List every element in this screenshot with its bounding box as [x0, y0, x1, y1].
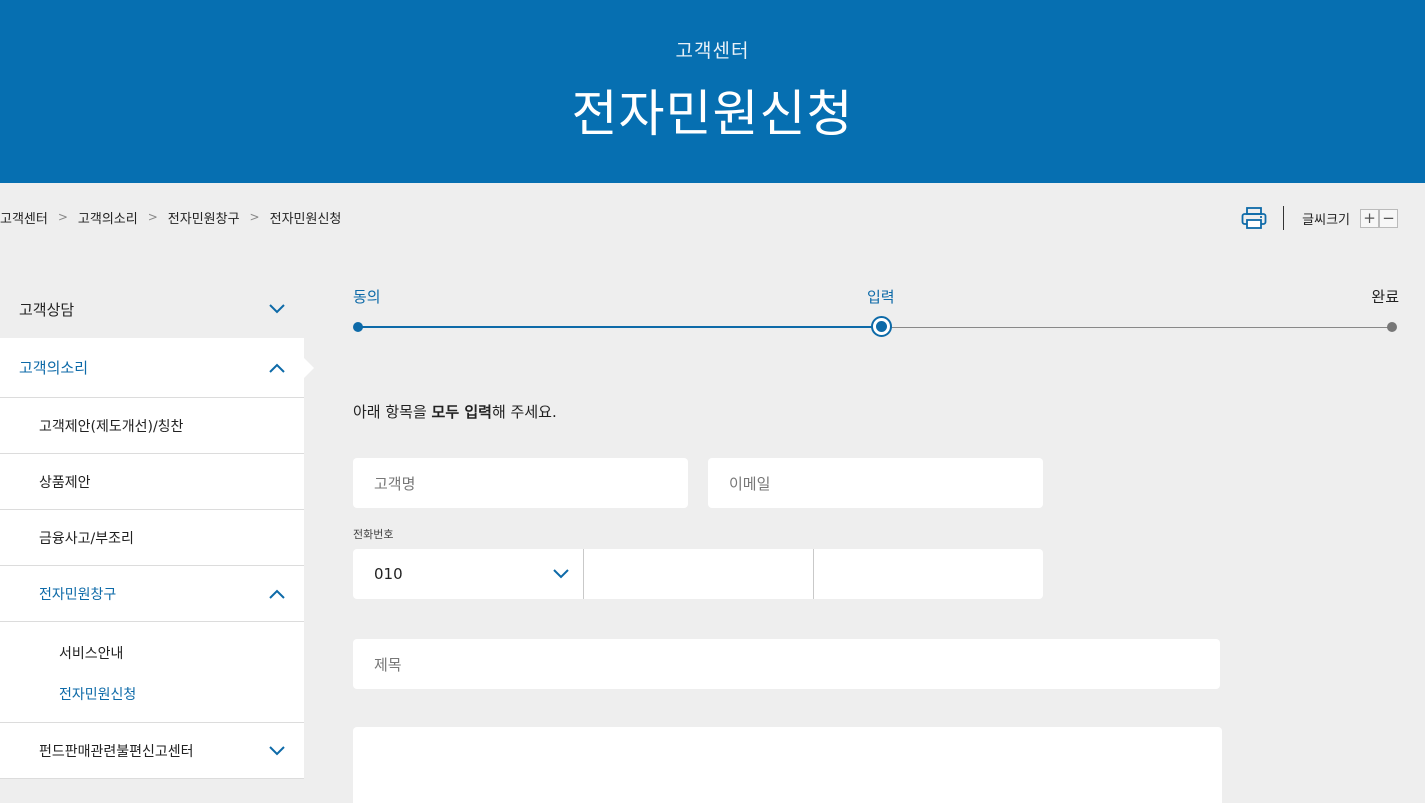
sidebar-submenu: 고객제안(제도개선)/칭찬 상품제안 금융사고/부조리 전자민원창구 서비스안내… — [0, 398, 304, 779]
sidebar-item-label: 금융사고/부조리 — [39, 530, 134, 547]
sidebar-subitem-service-guide[interactable]: 서비스안내 — [0, 632, 304, 673]
sidebar-item-suggestion[interactable]: 고객제안(제도개선)/칭찬 — [0, 398, 304, 454]
chevron-up-icon — [269, 363, 285, 373]
step-dot-input-core — [876, 321, 887, 332]
content-textarea[interactable] — [353, 727, 1222, 803]
page-header: 고객센터 전자민원신청 — [0, 0, 1425, 183]
subject-input[interactable]: 제목 — [353, 639, 1220, 689]
step-progress-done — [358, 326, 882, 328]
sidebar-item-label: 고객제안(제도개선)/칭찬 — [39, 418, 184, 435]
email-input[interactable]: 이메일 — [708, 458, 1043, 508]
font-increase-button[interactable]: + — [1360, 208, 1379, 228]
phone-middle-input[interactable] — [584, 549, 814, 599]
step-progress-remaining — [882, 327, 1393, 328]
sidebar-item-label: 펀드판매관련불편신고센터 — [39, 743, 194, 760]
breadcrumb-item-3[interactable]: 전자민원창구 — [168, 208, 240, 227]
printer-icon — [1241, 207, 1267, 229]
sidebar-item-label: 상품제안 — [39, 474, 91, 491]
tools-divider — [1283, 206, 1285, 230]
step-dot-complete — [1387, 322, 1397, 332]
sidebar-item-financial-incident[interactable]: 금융사고/부조리 — [0, 510, 304, 566]
customer-name-input[interactable]: 고객명 — [353, 458, 688, 508]
font-size-label: 글씨크기 — [1302, 212, 1350, 228]
sidebar-item-label: 전자민원창구 — [39, 586, 117, 603]
page-tools: 글씨크기 + − — [1239, 204, 1398, 232]
sidebar-third-menu: 서비스안내 전자민원신청 — [0, 622, 304, 723]
step-indicator: 동의 입력 완료 — [353, 286, 1399, 337]
breadcrumb-item-4[interactable]: 전자민원신청 — [270, 208, 342, 227]
sidebar-item-civil-window[interactable]: 전자민원창구 — [0, 566, 304, 622]
chevron-right-icon: > — [147, 210, 158, 224]
instruction-text: 아래 항목을 — [353, 403, 432, 421]
step-label-complete: 완료 — [1371, 288, 1399, 306]
sidebar-group-voice[interactable]: 고객의소리 — [0, 338, 314, 398]
sidebar-item-fund-report[interactable]: 펀드판매관련불편신고센터 — [0, 723, 304, 779]
chevron-up-icon — [269, 589, 285, 599]
page-title: 전자민원신청 — [571, 85, 854, 143]
phone-field-group: 010 — [353, 549, 1043, 599]
breadcrumb-item-2[interactable]: 고객의소리 — [78, 208, 138, 227]
chevron-down-icon — [269, 745, 285, 755]
phone-last-input[interactable] — [814, 549, 1043, 599]
sidebar-nav: 고객상담 고객의소리 고객제안(제도개선)/칭찬 상품제안 금융사고/부조리 전… — [0, 280, 314, 779]
sidebar-group-label: 고객상담 — [19, 300, 75, 319]
sidebar-item-product-suggestion[interactable]: 상품제안 — [0, 454, 304, 510]
chevron-down-icon — [553, 569, 569, 579]
chevron-right-icon: > — [57, 210, 68, 224]
active-indicator — [304, 358, 314, 378]
step-dot-agree — [353, 322, 363, 332]
phone-prefix-value: 010 — [374, 565, 403, 583]
phone-label: 전화번호 — [353, 528, 394, 541]
font-decrease-button[interactable]: − — [1379, 208, 1398, 228]
header-subtitle: 고객센터 — [675, 40, 750, 62]
breadcrumb-item-1[interactable]: 고객센터 — [0, 208, 48, 227]
sidebar-subitem-civil-apply[interactable]: 전자민원신청 — [0, 673, 304, 714]
step-label-agree: 동의 — [353, 288, 381, 306]
print-button[interactable] — [1239, 204, 1269, 232]
instruction-text: 해 주세요. — [491, 403, 557, 421]
chevron-down-icon — [269, 304, 285, 314]
step-dot-input — [871, 316, 892, 337]
instruction-emphasis: 모두 입력 — [431, 403, 492, 421]
sidebar-group-label: 고객의소리 — [19, 359, 89, 377]
chevron-right-icon: > — [249, 210, 260, 224]
step-label-input: 입력 — [867, 288, 895, 306]
breadcrumb: 고객센터 > 고객의소리 > 전자민원창구 > 전자민원신청 — [0, 208, 342, 227]
form-instruction: 아래 항목을 모두 입력해 주세요. — [353, 401, 557, 422]
sidebar-group-consult[interactable]: 고객상담 — [0, 280, 304, 338]
phone-prefix-select[interactable]: 010 — [353, 549, 584, 599]
